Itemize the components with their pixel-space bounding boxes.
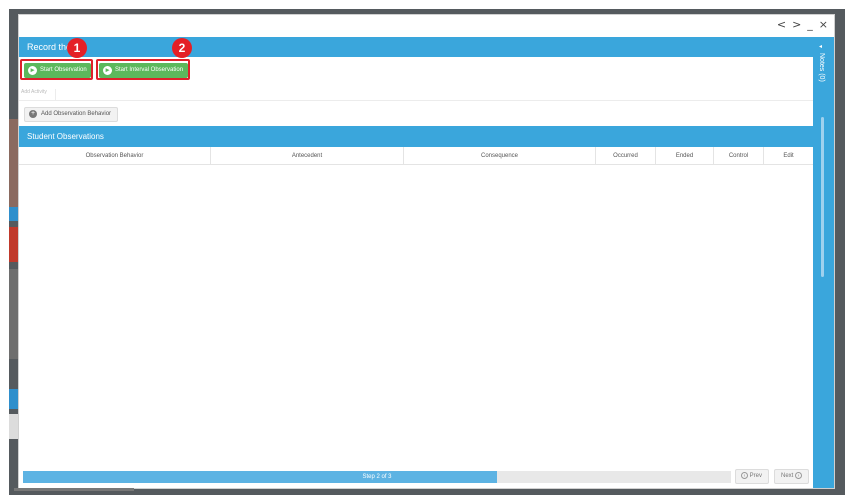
prev-circle-icon: ‹: [741, 471, 748, 479]
modal-title: Record the: [27, 42, 72, 52]
collapse-arrow-icon[interactable]: ◂: [819, 43, 822, 50]
add-observation-behavior-label: Add Observation Behavior: [41, 111, 112, 117]
background-strip: [9, 389, 18, 409]
add-observation-behavior-button[interactable]: + Add Observation Behavior: [24, 107, 118, 122]
tab-add-activity[interactable]: Add Activity: [21, 89, 56, 101]
window-controls: < > _ ×: [777, 19, 828, 31]
column-header-antecedent[interactable]: Antecedent: [211, 147, 404, 165]
prev-button[interactable]: ‹ Prev: [735, 469, 769, 484]
next-arrow-icon[interactable]: >: [792, 19, 801, 31]
column-header-occurred[interactable]: Occurred: [596, 147, 656, 165]
background-strip: [9, 269, 18, 359]
prev-label: Prev: [749, 473, 763, 479]
column-header-observation-behavior[interactable]: Observation Behavior: [19, 147, 211, 165]
callout-badge-1: 1: [67, 38, 87, 58]
minimize-icon[interactable]: _: [807, 19, 813, 31]
close-icon[interactable]: ×: [819, 19, 828, 31]
column-header-control[interactable]: Control: [714, 147, 764, 165]
progress-label: Step 2 of 3: [362, 474, 392, 480]
next-label: Next: [781, 473, 794, 479]
callout-highlight-2: [96, 59, 190, 80]
notes-label[interactable]: Notes (0): [818, 53, 825, 82]
column-header-ended[interactable]: Ended: [656, 147, 714, 165]
activity-tabs: Add Activity: [19, 85, 813, 101]
scrollbar[interactable]: [821, 117, 824, 277]
callout-badge-2: 2: [172, 38, 192, 58]
prev-arrow-icon[interactable]: <: [777, 19, 786, 31]
step-progress-bar: Step 2 of 3: [23, 471, 731, 483]
notes-side-panel[interactable]: ◂ Notes (0): [813, 37, 834, 488]
student-observations-header: Student Observations: [19, 126, 813, 147]
observations-table-header: Observation Behavior Antecedent Conseque…: [19, 147, 813, 165]
plus-icon: +: [29, 110, 37, 118]
section-title: Student Observations: [27, 132, 104, 141]
observation-modal: < > _ × Record the ▸ Start Observation ▸…: [18, 14, 835, 489]
callout-highlight-1: [20, 59, 93, 80]
modal-header: Record the: [19, 37, 813, 57]
column-header-edit[interactable]: Edit: [764, 147, 813, 165]
next-button[interactable]: Next ›: [774, 469, 809, 484]
next-circle-icon: ›: [795, 471, 803, 479]
background-strip: [9, 414, 18, 439]
background-strip: [9, 207, 18, 221]
background-strip: [9, 227, 18, 262]
screenshot-frame: < > _ × Record the ▸ Start Observation ▸…: [0, 0, 855, 504]
background-strip: [9, 119, 18, 219]
modal-footer: Step 2 of 3 ‹ Prev Next ›: [19, 468, 813, 490]
column-header-consequence[interactable]: Consequence: [404, 147, 596, 165]
background-footer-line: [14, 488, 134, 491]
